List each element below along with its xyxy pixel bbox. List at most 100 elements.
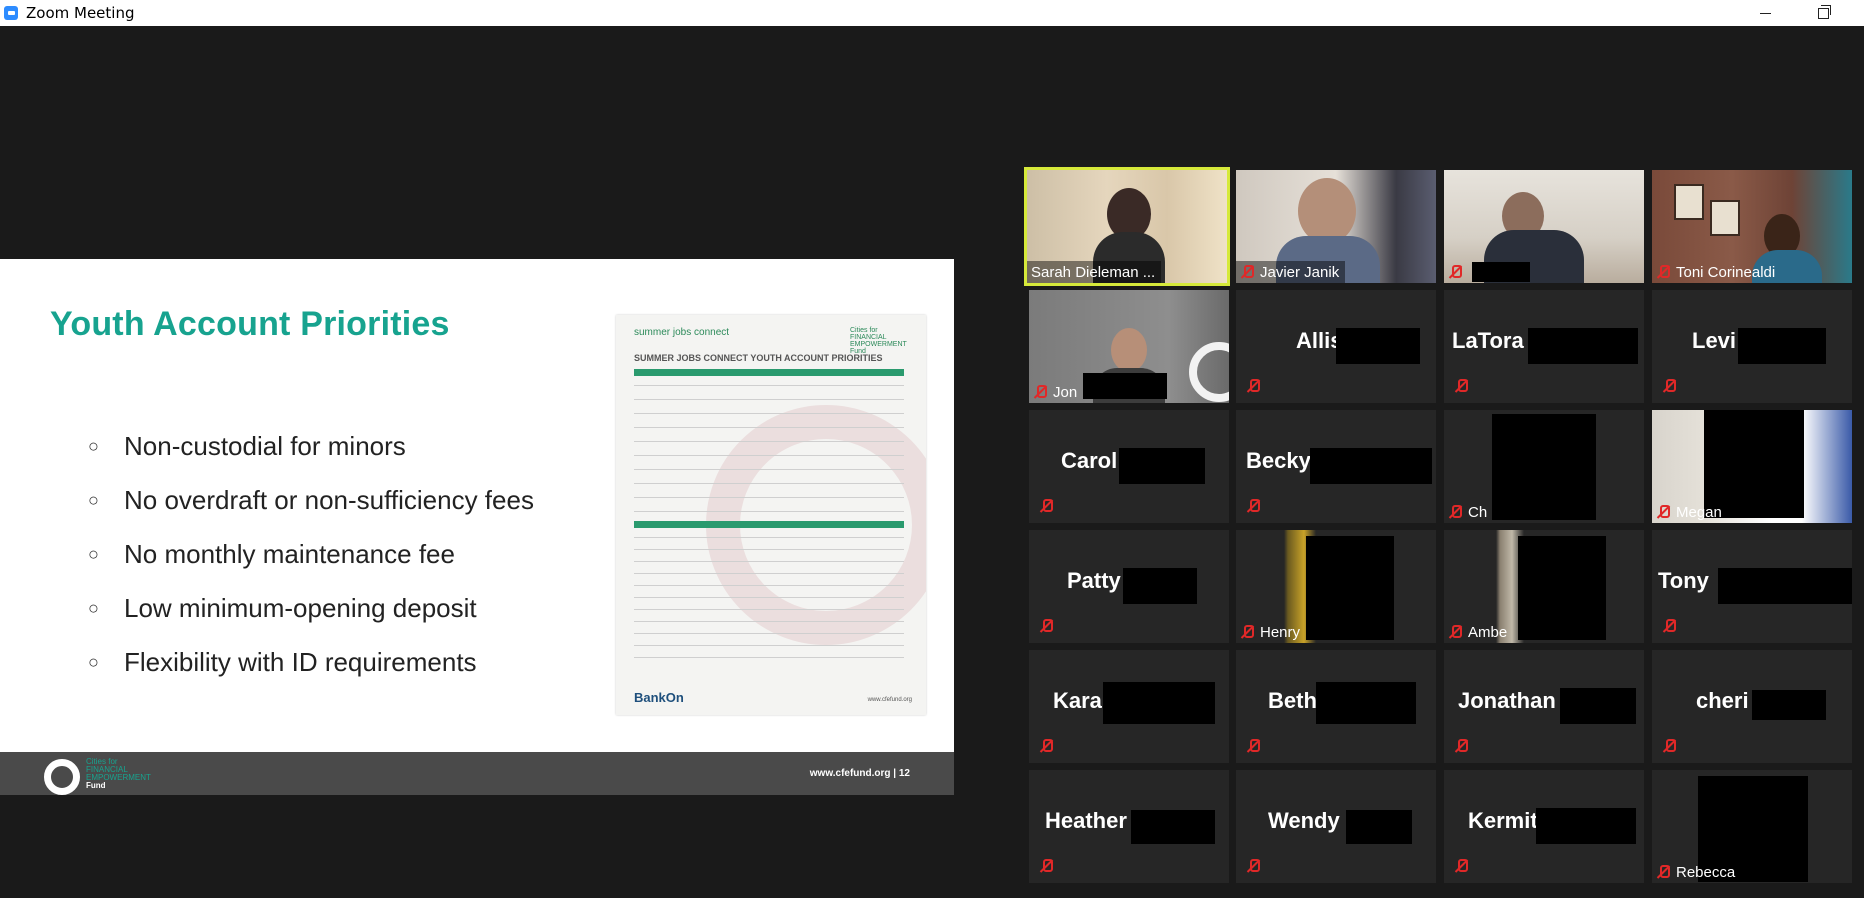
participant-tile-latora[interactable]: LaTora [1444,290,1644,403]
participant-name-label: Jon [1029,381,1083,403]
muted-mic-icon [1662,379,1682,398]
muted-mic-icon [1039,739,1059,758]
doc-line [634,469,904,470]
muted-mic-icon [1448,625,1462,639]
participant-name-label [1444,261,1474,283]
doc-line [634,597,904,598]
redaction-box [1472,262,1530,282]
redaction-box [1560,688,1636,724]
doc-line [634,537,904,538]
participant-tile-tony[interactable]: Tony [1652,530,1852,643]
participant-tile-redacted[interactable] [1444,170,1644,283]
bullet-circle-icon: ○ [88,651,99,672]
redaction-box [1306,536,1394,640]
redaction-box [1316,682,1416,724]
doc-line [634,385,904,386]
doc-line [634,621,904,622]
muted-mic-icon [1448,505,1462,519]
participant-tile-ambe[interactable]: Ambe [1444,530,1644,643]
muted-mic-icon [1246,499,1266,518]
muted-mic-icon [1246,739,1266,758]
doc-title: SUMMER JOBS CONNECT YOUTH ACCOUNT PRIORI… [634,353,883,363]
slide-bullet-list: ○ Non-custodial for minors ○ No overdraft … [88,419,534,689]
muted-mic-icon [1448,265,1462,279]
participant-tile-allisha[interactable]: Allisha [1236,290,1436,403]
doc-line [634,427,904,428]
doc-section-bar [634,521,904,528]
redaction-box [1752,690,1826,720]
muted-mic-icon [1240,265,1254,279]
muted-mic-icon [1454,739,1474,758]
participant-name-label: Sarah Dieleman ... [1027,261,1162,283]
slide-bullet: ○ Low minimum-opening deposit [88,592,477,623]
redaction-box [1336,328,1420,364]
participant-tile-beth[interactable]: Beth [1236,650,1436,763]
muted-mic-icon [1039,499,1059,518]
participant-tile-cheri[interactable]: cheri [1652,650,1852,763]
minimize-icon [1759,12,1771,14]
participant-tile-patty[interactable]: Patty [1029,530,1229,643]
bullet-circle-icon: ○ [88,489,99,510]
participant-tile-jonathan[interactable]: Jonathan [1444,650,1644,763]
participant-tile-kara[interactable]: Kara [1029,650,1229,763]
muted-mic-icon [1454,379,1474,398]
redaction-box [1123,568,1197,604]
muted-mic-icon [1656,505,1670,519]
doc-partner-logo: Cities for FINANCIAL EMPOWERMENT Fund [850,327,907,355]
window-title: Zoom Meeting [26,4,135,22]
doc-line [634,657,904,658]
redaction-box [1518,536,1606,640]
participant-name-label: Henry [1236,621,1306,643]
redaction-box [1131,810,1215,844]
participant-name-label: Javier Janik [1236,261,1346,283]
participant-video [1710,200,1740,236]
participant-name-label: Ch [1444,501,1493,523]
participant-tile-rebecca[interactable]: Rebecca [1652,770,1852,883]
footer-url-page: www.cfefund.org | 12 [809,768,910,779]
participant-name-label: Toni Corinealdi [1652,261,1781,283]
muted-mic-icon [1656,865,1670,879]
doc-line [634,483,904,484]
participant-video [1674,184,1704,220]
participant-name-label: Megan [1652,501,1728,523]
participant-tile-levi[interactable]: Levi [1652,290,1852,403]
participant-tile-sarah[interactable]: Sarah Dieleman ... [1024,167,1230,286]
slide-title: Youth Account Priorities [50,305,450,343]
doc-url: www.cfefund.org [867,697,912,703]
doc-line [634,633,904,634]
doc-line [634,585,904,586]
participant-tile-becky[interactable]: Becky [1236,410,1436,523]
participant-tile-megan[interactable]: Megan [1652,410,1852,523]
cfe-ring-icon [44,759,80,795]
participant-tile-toni[interactable]: Toni Corinealdi [1652,170,1852,283]
redaction-box [1103,682,1215,724]
minimize-button[interactable] [1742,0,1788,26]
window-titlebar: Zoom Meeting [0,0,1864,26]
restore-icon [1817,4,1831,19]
participant-tile-ch[interactable]: Ch [1444,410,1644,523]
redaction-box [1536,808,1636,844]
participant-name-label: Ambe [1444,621,1513,643]
doc-line [634,413,904,414]
redaction-box [1310,448,1432,484]
participant-tile-henry[interactable]: Henry [1236,530,1436,643]
shared-screen[interactable]: Youth Account Priorities ○ Non-custodial … [0,259,954,795]
doc-line [634,511,904,512]
participant-tile-carol[interactable]: Carol [1029,410,1229,523]
participant-tile-kermit[interactable]: Kermit [1444,770,1644,883]
participant-tile-wendy[interactable]: Wendy [1236,770,1436,883]
muted-mic-icon [1662,739,1682,758]
participant-tile-javier[interactable]: Javier Janik [1236,170,1436,283]
restore-button[interactable] [1800,0,1846,26]
participant-tile-heather[interactable]: Heather [1029,770,1229,883]
slide-bullet: ○ Flexibility with ID requirements [88,646,477,677]
muted-mic-icon [1454,859,1474,878]
doc-section-bar [634,369,904,376]
doc-line [634,497,904,498]
slide-bullet: ○ No monthly maintenance fee [88,538,455,569]
muted-mic-icon [1656,265,1670,279]
participant-tile-jon[interactable]: Jon [1029,290,1229,403]
doc-line [634,561,904,562]
bullet-circle-icon: ○ [88,543,99,564]
zoom-camera-icon [4,6,18,20]
